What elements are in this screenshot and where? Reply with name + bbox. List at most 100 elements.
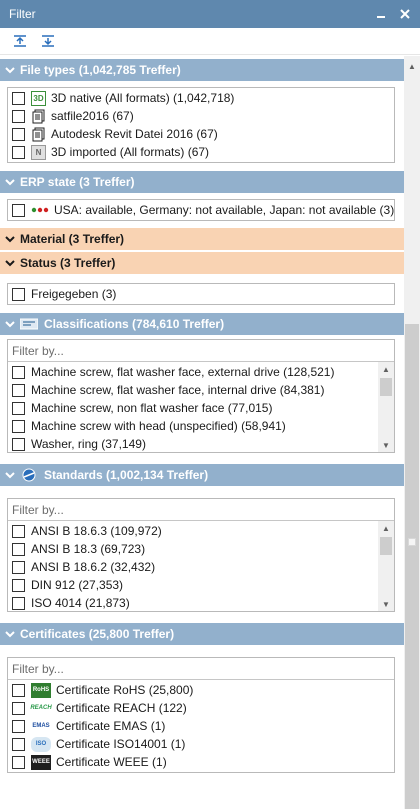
list-item[interactable]: ANSI B 18.6.3 (109,972) xyxy=(8,522,394,540)
certificates-box: Filter by... RoHS Certificate RoHS (25,8… xyxy=(7,657,395,773)
list-item[interactable]: Machine screw, non flat washer face (77,… xyxy=(8,399,394,417)
section-header-status[interactable]: Status (3 Treffer) xyxy=(0,252,404,274)
list-item[interactable]: 3D 3D native (All formats) (1,042,718) xyxy=(8,89,394,107)
section-title: Certificates (25,800 Treffer) xyxy=(20,627,175,641)
chevron-down-icon xyxy=(0,235,20,243)
classifications-box: Filter by... Machine screw, flat washer … xyxy=(7,339,395,453)
checkbox[interactable] xyxy=(12,127,25,141)
item-label: Machine screw, flat washer face, interna… xyxy=(31,383,325,397)
section-title: Standards (1,002,134 Treffer) xyxy=(44,468,209,482)
item-label: Certificate EMAS (1) xyxy=(56,719,166,733)
minimize-icon[interactable] xyxy=(372,5,390,23)
chevron-down-icon xyxy=(0,630,20,638)
item-label: Machine screw with head (unspecified) (5… xyxy=(31,419,286,433)
standards-icon xyxy=(20,468,38,482)
checkbox[interactable] xyxy=(12,683,25,697)
list-scrollbar[interactable]: ▲ ▼ xyxy=(378,362,394,452)
item-label: Washer, ring (37,149) xyxy=(31,437,146,451)
chevron-down-icon xyxy=(0,320,20,328)
chevron-down-icon xyxy=(0,259,20,267)
checkbox[interactable] xyxy=(12,365,25,379)
expand-all-icon[interactable] xyxy=(12,33,28,49)
checkbox[interactable] xyxy=(12,596,25,610)
list-scrollbar[interactable]: ▲ ▼ xyxy=(378,521,394,611)
scroll-up-icon[interactable]: ▲ xyxy=(404,58,420,74)
classifications-filter-input[interactable]: Filter by... xyxy=(8,340,394,362)
emas-logo-icon: EMAS xyxy=(32,723,50,729)
list-item[interactable]: WEEE Certificate WEEE (1) xyxy=(8,753,394,771)
item-label: Certificate ISO14001 (1) xyxy=(56,737,186,751)
list-item[interactable]: Freigegeben (3) xyxy=(8,285,394,303)
checkbox[interactable] xyxy=(12,145,25,159)
checkbox[interactable] xyxy=(12,755,25,769)
item-label: ANSI B 18.6.2 (32,432) xyxy=(31,560,156,574)
list-item[interactable]: EMAS Certificate EMAS (1) xyxy=(8,717,394,735)
list-item[interactable]: ANSI B 18.3 (69,723) xyxy=(8,540,394,558)
checkbox[interactable] xyxy=(12,419,25,433)
chevron-down-icon xyxy=(0,66,20,74)
scroll-grip-icon xyxy=(408,538,416,546)
checkbox[interactable] xyxy=(12,578,25,592)
list-item[interactable]: Autodesk Revit Datei 2016 (67) xyxy=(8,125,394,143)
standards-box: Filter by... ANSI B 18.6.3 (109,972) ANS… xyxy=(7,498,395,612)
list-item[interactable]: Washer, ring (37,149) xyxy=(8,435,394,453)
list-item[interactable]: ISO Certificate ISO14001 (1) xyxy=(8,735,394,753)
checkbox[interactable] xyxy=(12,287,25,301)
checkbox[interactable] xyxy=(12,203,25,217)
scroll-thumb[interactable] xyxy=(405,324,419,809)
window-title: Filter xyxy=(9,7,36,21)
list-item[interactable]: RoHS Certificate RoHS (25,800) xyxy=(8,681,394,699)
list-item[interactable]: Machine screw, flat washer face, externa… xyxy=(8,363,394,381)
item-label: USA: available, Germany: not available, … xyxy=(54,203,394,217)
reach-logo-icon: REACH xyxy=(30,705,52,711)
checkbox[interactable] xyxy=(12,542,25,556)
scroll-down-icon[interactable]: ▼ xyxy=(378,438,394,452)
section-header-standards[interactable]: Standards (1,002,134 Treffer) xyxy=(0,464,404,486)
section-header-material[interactable]: Material (3 Treffer) xyxy=(0,228,404,250)
checkbox[interactable] xyxy=(12,701,25,715)
list-item[interactable]: USA: available, Germany: not available, … xyxy=(8,201,394,219)
checkbox[interactable] xyxy=(12,737,25,751)
list-item[interactable]: Machine screw, flat washer face, interna… xyxy=(8,381,394,399)
scroll-down-icon[interactable]: ▼ xyxy=(378,597,394,611)
item-label: 3D native (All formats) (1,042,718) xyxy=(51,91,235,105)
checkbox[interactable] xyxy=(12,91,25,105)
file-types-list: 3D 3D native (All formats) (1,042,718) s… xyxy=(7,87,395,163)
section-header-certificates[interactable]: Certificates (25,800 Treffer) xyxy=(0,623,404,645)
standards-filter-input[interactable]: Filter by... xyxy=(8,499,394,521)
checkbox[interactable] xyxy=(12,401,25,415)
checkbox[interactable] xyxy=(12,719,25,733)
list-item[interactable]: ISO 4014 (21,873) xyxy=(8,594,394,612)
chevron-down-icon xyxy=(0,178,20,186)
item-label: ANSI B 18.6.3 (109,972) xyxy=(31,524,162,538)
certificates-filter-input[interactable]: Filter by... xyxy=(8,658,394,680)
scroll-up-icon[interactable]: ▲ xyxy=(378,362,394,376)
item-label: DIN 912 (27,353) xyxy=(31,578,124,592)
classification-icon xyxy=(20,317,38,331)
scroll-up-icon[interactable]: ▲ xyxy=(378,521,394,535)
checkbox[interactable] xyxy=(12,383,25,397)
section-header-erp-state[interactable]: ERP state (3 Treffer) xyxy=(0,171,404,193)
collapse-all-icon[interactable] xyxy=(40,33,56,49)
list-item[interactable]: DIN 912 (27,353) xyxy=(8,576,394,594)
section-title: Status (3 Treffer) xyxy=(20,256,116,270)
checkbox[interactable] xyxy=(12,560,25,574)
checkbox[interactable] xyxy=(12,437,25,451)
scroll-thumb[interactable] xyxy=(380,537,392,555)
list-item[interactable]: REACH Certificate REACH (122) xyxy=(8,699,394,717)
list-item[interactable]: satfile2016 (67) xyxy=(8,107,394,125)
item-label: Machine screw, flat washer face, externa… xyxy=(31,365,335,379)
status-list: Freigegeben (3) xyxy=(7,283,395,305)
section-header-classifications[interactable]: Classifications (784,610 Treffer) xyxy=(0,313,404,335)
standards-list: ANSI B 18.6.3 (109,972) ANSI B 18.3 (69,… xyxy=(8,521,394,611)
list-item[interactable]: ANSI B 18.6.2 (32,432) xyxy=(8,558,394,576)
main-scrollbar[interactable]: ▲ xyxy=(404,56,420,809)
section-header-file-types[interactable]: File types (1,042,785 Treffer) xyxy=(0,59,404,81)
list-item[interactable]: Machine screw with head (unspecified) (5… xyxy=(8,417,394,435)
checkbox[interactable] xyxy=(12,524,25,538)
scroll-thumb[interactable] xyxy=(380,378,392,396)
close-icon[interactable] xyxy=(396,5,414,23)
checkbox[interactable] xyxy=(12,109,25,123)
3d-native-icon: 3D xyxy=(31,90,46,106)
list-item[interactable]: N 3D imported (All formats) (67) xyxy=(8,143,394,161)
